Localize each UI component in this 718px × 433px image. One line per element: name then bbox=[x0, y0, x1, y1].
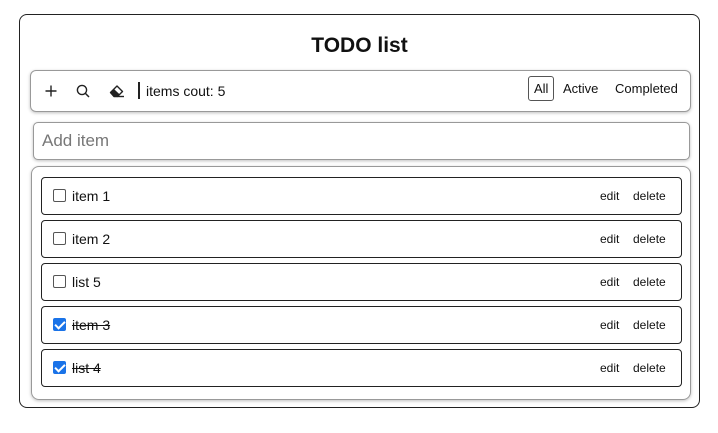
add-item-input[interactable] bbox=[33, 122, 690, 160]
item-checkbox[interactable] bbox=[53, 189, 66, 202]
edit-button[interactable]: edit bbox=[600, 188, 619, 204]
toolbar: items cout: 5 All Active Completed bbox=[30, 70, 691, 112]
item-checkbox[interactable] bbox=[53, 318, 66, 331]
delete-button[interactable]: delete bbox=[633, 317, 666, 333]
list-item: list 4 edit delete bbox=[41, 349, 682, 387]
delete-button[interactable]: delete bbox=[633, 231, 666, 247]
todo-list: item 1 edit delete item 2 edit delete li… bbox=[31, 166, 691, 400]
edit-button[interactable]: edit bbox=[600, 231, 619, 247]
plus-icon bbox=[45, 85, 57, 97]
list-item: item 1 edit delete bbox=[41, 177, 682, 215]
filter-active[interactable]: Active bbox=[558, 76, 603, 101]
items-count: items cout: 5 bbox=[146, 83, 226, 99]
item-label: item 2 bbox=[72, 231, 111, 247]
edit-button[interactable]: edit bbox=[600, 317, 619, 333]
list-item: item 2 edit delete bbox=[41, 220, 682, 258]
item-label: item 1 bbox=[72, 188, 111, 204]
filter-completed[interactable]: Completed bbox=[610, 76, 683, 101]
item-checkbox[interactable] bbox=[53, 275, 66, 288]
edit-button[interactable]: edit bbox=[600, 274, 619, 290]
delete-button[interactable]: delete bbox=[633, 188, 666, 204]
list-item: list 5 edit delete bbox=[41, 263, 682, 301]
toolbar-divider bbox=[138, 82, 140, 99]
delete-button[interactable]: delete bbox=[633, 274, 666, 290]
item-label: item 3 bbox=[72, 317, 111, 333]
item-label: list 5 bbox=[72, 274, 101, 290]
delete-button[interactable]: delete bbox=[633, 360, 666, 376]
add-button[interactable] bbox=[40, 80, 62, 102]
todo-app: TODO list items cout: 5 All Active Compl… bbox=[19, 14, 700, 408]
search-icon bbox=[76, 84, 90, 98]
item-label: list 4 bbox=[72, 360, 101, 376]
edit-button[interactable]: edit bbox=[600, 360, 619, 376]
clear-button[interactable] bbox=[106, 80, 128, 102]
item-checkbox[interactable] bbox=[53, 361, 66, 374]
item-checkbox[interactable] bbox=[53, 232, 66, 245]
eraser-icon bbox=[109, 85, 124, 98]
list-item: item 3 edit delete bbox=[41, 306, 682, 344]
filter-all[interactable]: All bbox=[528, 76, 555, 101]
search-button[interactable] bbox=[72, 80, 94, 102]
page-title: TODO list bbox=[311, 34, 408, 57]
